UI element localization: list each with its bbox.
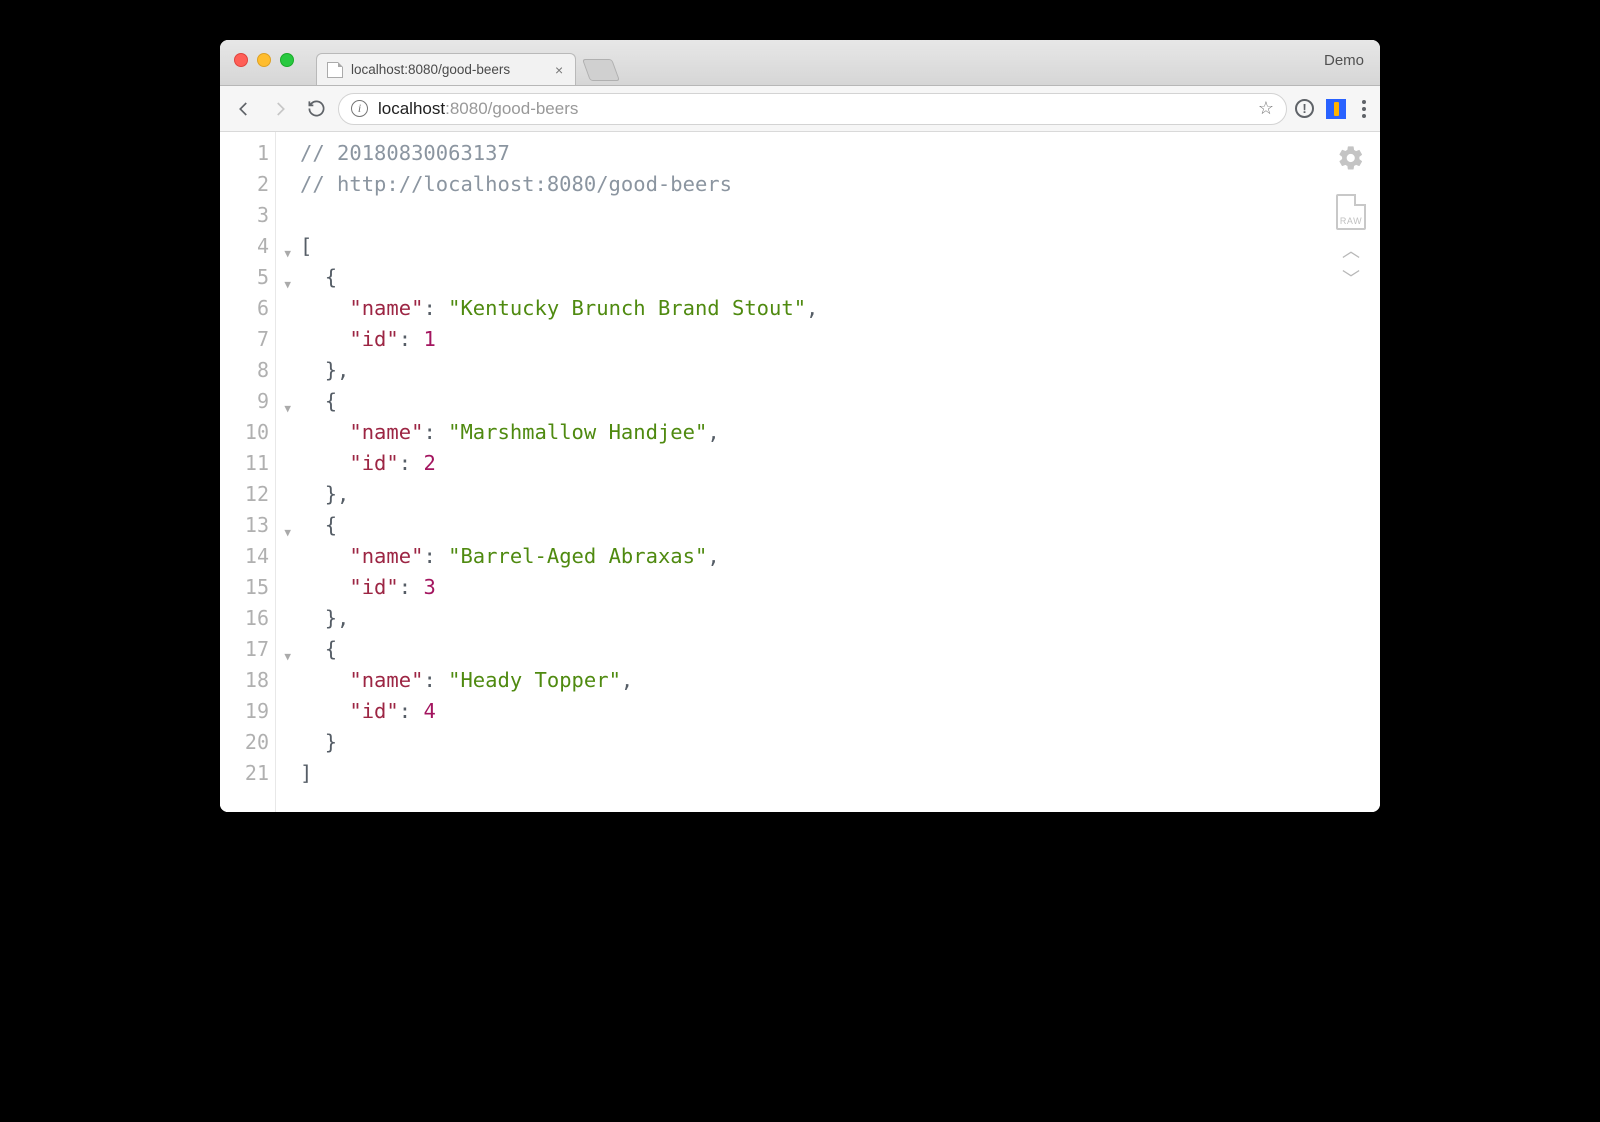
fold-toggle-icon[interactable]: ▼ [284, 517, 291, 548]
site-info-icon[interactable]: i [351, 100, 368, 117]
address-bar[interactable]: i localhost:8080/good-beers ☆ [338, 93, 1287, 125]
page-content: 1234▼5▼6789▼10111213▼14151617▼18192021 /… [220, 132, 1380, 812]
titlebar: localhost:8080/good-beers × Demo [220, 40, 1380, 86]
line-number: 1 [220, 138, 275, 169]
line-number: 17▼ [220, 634, 275, 665]
extension-icon[interactable] [1326, 99, 1346, 119]
line-number: 12 [220, 479, 275, 510]
reload-button[interactable] [302, 95, 330, 123]
page-icon [327, 62, 343, 78]
extension-icons: ! [1295, 99, 1370, 119]
fold-toggle-icon[interactable]: ▼ [284, 269, 291, 300]
line-number: 13▼ [220, 510, 275, 541]
line-number: 9▼ [220, 386, 275, 417]
line-number: 18 [220, 665, 275, 696]
browser-tab[interactable]: localhost:8080/good-beers × [316, 53, 576, 85]
line-number: 19 [220, 696, 275, 727]
back-button[interactable] [230, 95, 258, 123]
line-number: 15 [220, 572, 275, 603]
chevron-down-icon[interactable]: ﹀ [1342, 272, 1360, 286]
line-number: 6 [220, 293, 275, 324]
url-text: localhost:8080/good-beers [378, 99, 578, 119]
line-number: 2 [220, 169, 275, 200]
window-controls [234, 53, 294, 67]
raw-icon[interactable]: RAW [1336, 194, 1366, 230]
fullscreen-window-button[interactable] [280, 53, 294, 67]
forward-button[interactable] [266, 95, 294, 123]
tab-title: localhost:8080/good-beers [351, 62, 510, 77]
chevron-up-icon[interactable]: ︿ [1342, 244, 1360, 258]
fold-toggle-icon[interactable]: ▼ [284, 641, 291, 672]
menu-button[interactable] [1358, 100, 1370, 118]
json-viewer[interactable]: // 20180830063137 // http://localhost:80… [276, 132, 1380, 812]
toolbar: i localhost:8080/good-beers ☆ ! [220, 86, 1380, 132]
browser-window: localhost:8080/good-beers × Demo i local… [220, 40, 1380, 812]
line-number: 8 [220, 355, 275, 386]
line-number: 5▼ [220, 262, 275, 293]
line-number: 7 [220, 324, 275, 355]
line-number: 4▼ [220, 231, 275, 262]
tab-strip: localhost:8080/good-beers × [316, 40, 616, 85]
minimize-window-button[interactable] [257, 53, 271, 67]
bookmark-star-icon[interactable]: ☆ [1258, 98, 1274, 119]
line-number: 14 [220, 541, 275, 572]
fold-toggle-icon[interactable]: ▼ [284, 238, 291, 269]
line-gutter: 1234▼5▼6789▼10111213▼14151617▼18192021 [220, 132, 276, 812]
viewer-controls: RAW ︿ ﹀ [1336, 144, 1366, 286]
new-tab-button[interactable] [582, 59, 620, 81]
close-window-button[interactable] [234, 53, 248, 67]
profile-label[interactable]: Demo [1324, 52, 1364, 69]
gear-icon[interactable] [1337, 144, 1365, 180]
line-number: 3 [220, 200, 275, 231]
line-number: 20 [220, 727, 275, 758]
alert-icon[interactable]: ! [1295, 99, 1314, 118]
line-number: 11 [220, 448, 275, 479]
fold-toggle-icon[interactable]: ▼ [284, 393, 291, 424]
line-number: 16 [220, 603, 275, 634]
line-number: 10 [220, 417, 275, 448]
close-tab-button[interactable]: × [555, 65, 565, 75]
line-number: 21 [220, 758, 275, 789]
